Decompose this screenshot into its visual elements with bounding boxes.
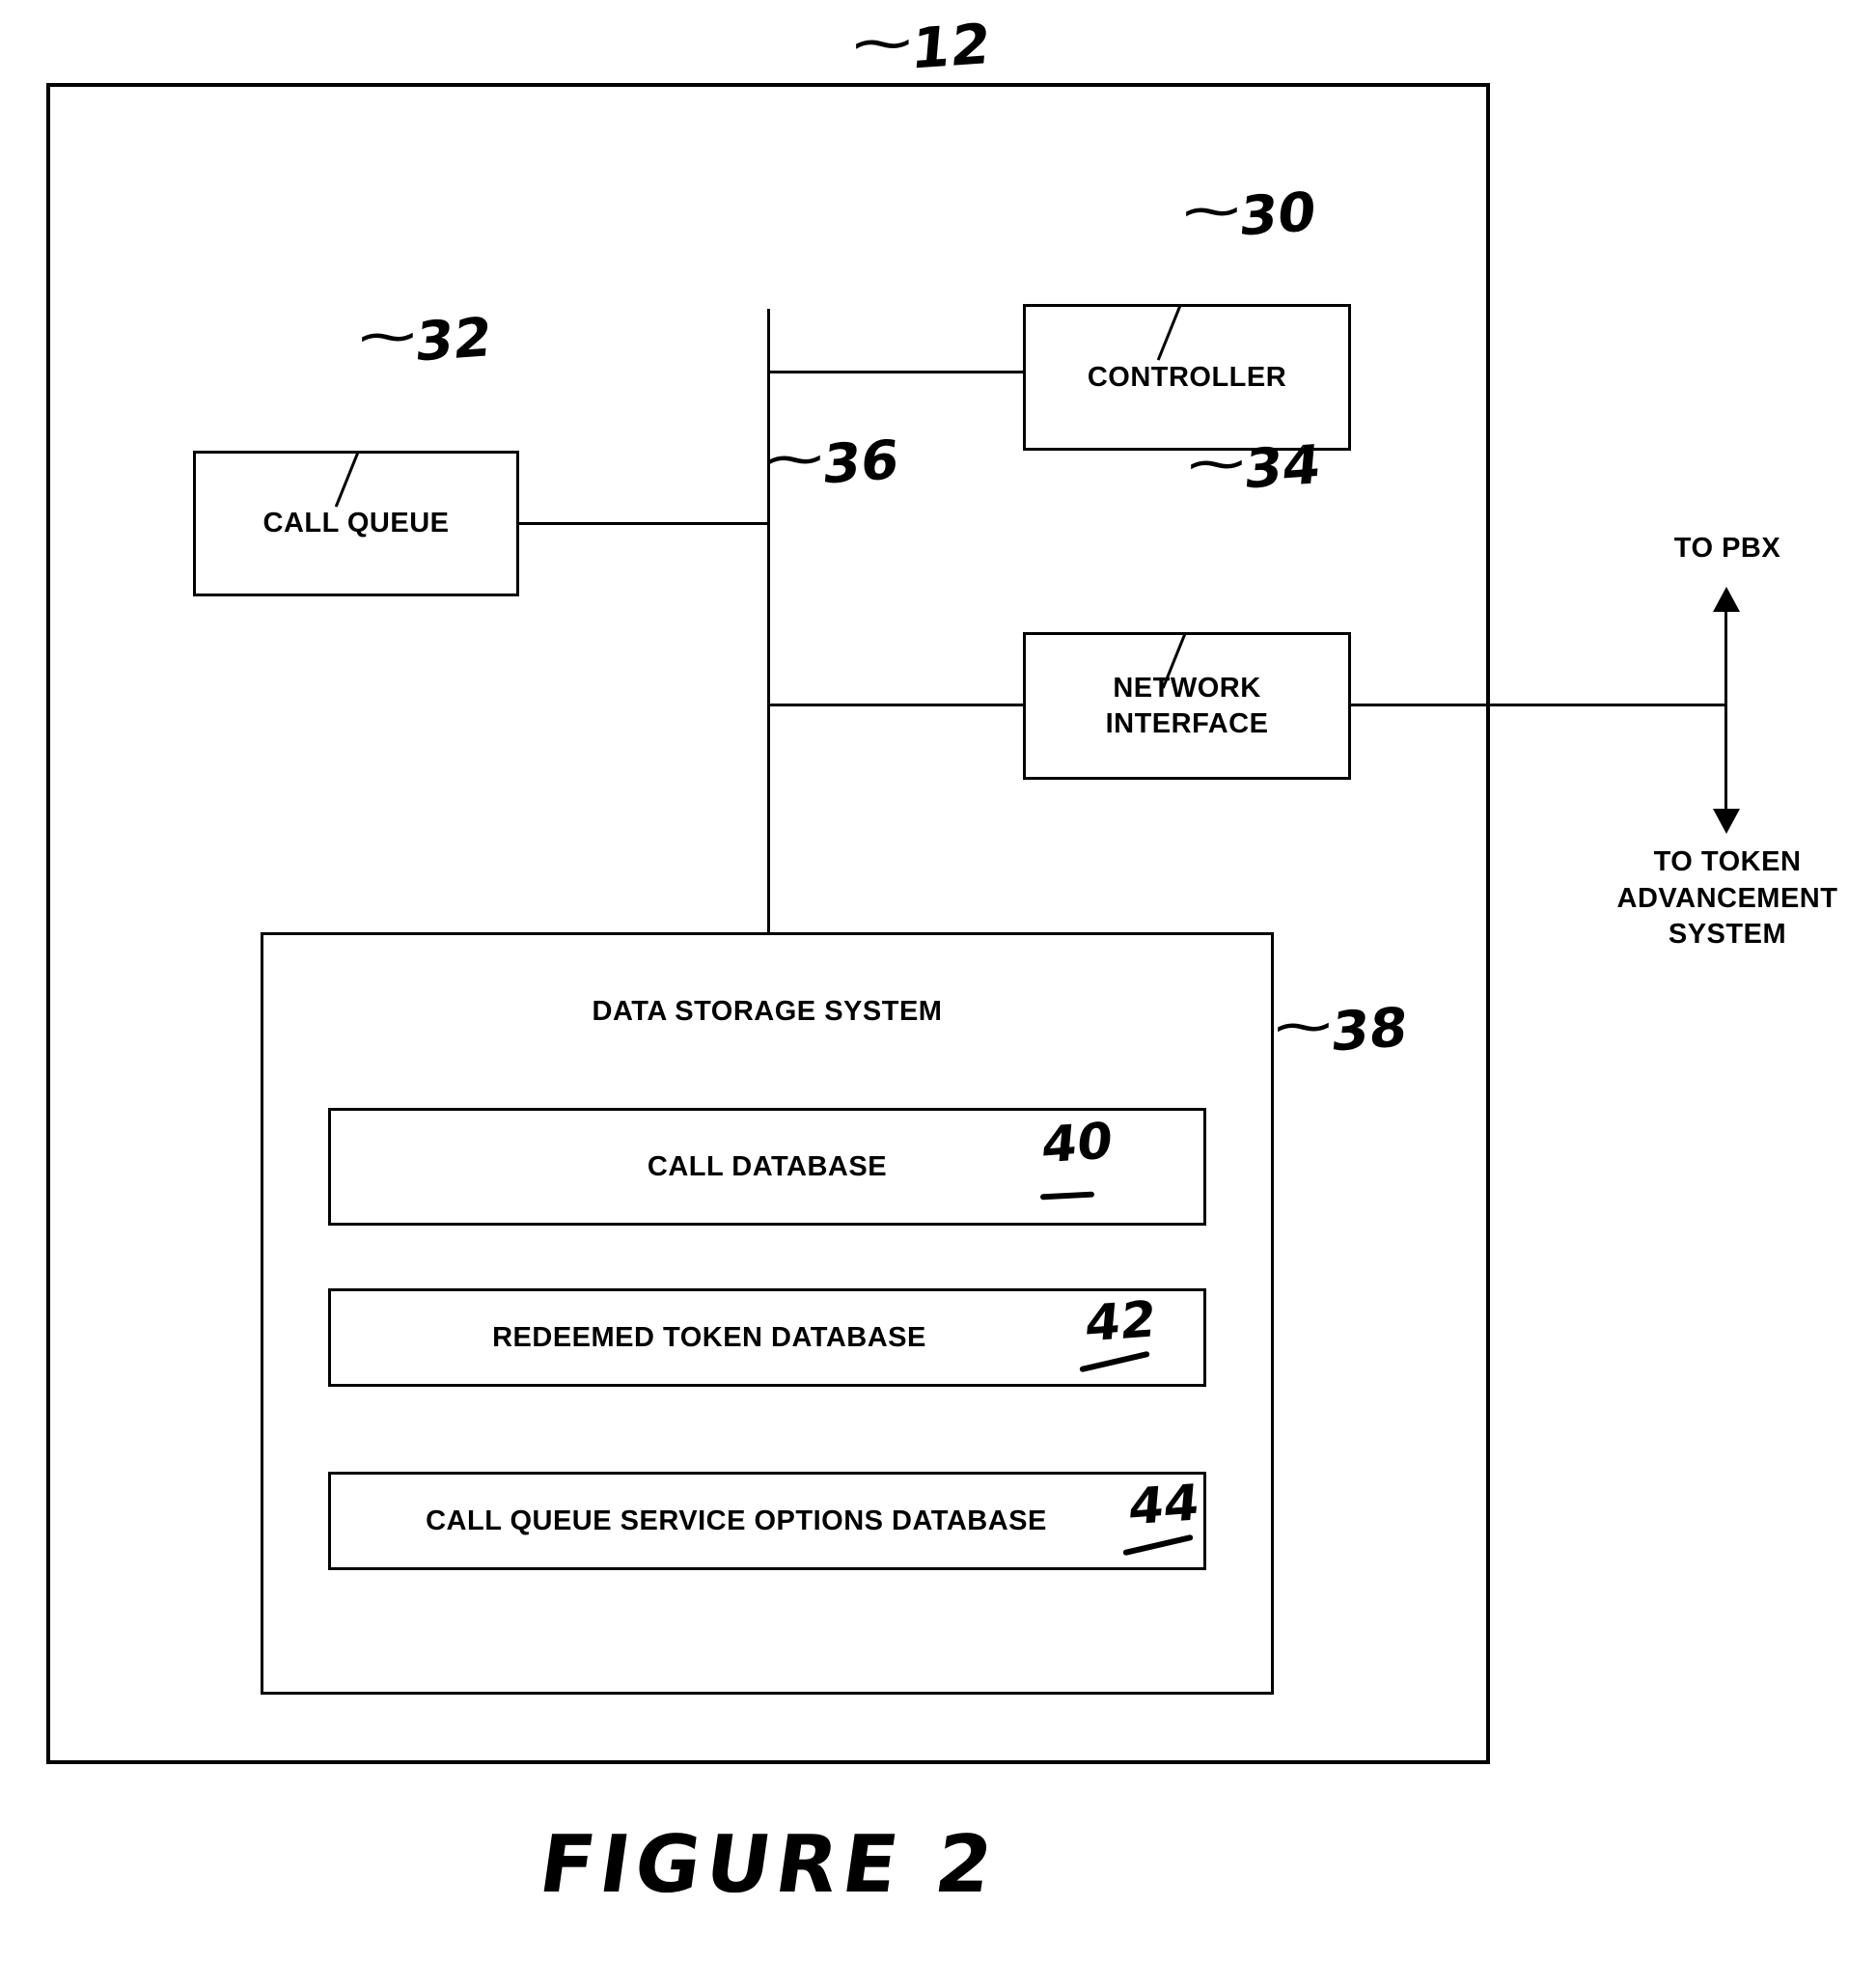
call-queue-service-options-database-label: CALL QUEUE SERVICE OPTIONS DATABASE bbox=[426, 1505, 1047, 1536]
internal-bus-line bbox=[767, 309, 770, 936]
leader-tick-30: ~ bbox=[1177, 180, 1246, 242]
leader-tick-34: ~ bbox=[1182, 432, 1251, 495]
leader-tick-38: ~ bbox=[1269, 995, 1338, 1058]
reference-numeral-36: ~36 bbox=[760, 428, 902, 497]
leader-tick-12: ~ bbox=[846, 10, 918, 75]
reference-numeral-32: ~32 bbox=[353, 305, 495, 374]
call-database-label: CALL DATABASE bbox=[647, 1150, 888, 1182]
redeemed-token-database-label: REDEEMED TOKEN DATABASE bbox=[492, 1321, 926, 1353]
connector-network-interface-to-external bbox=[1351, 704, 1727, 706]
leader-tick-36: ~ bbox=[760, 428, 829, 490]
reference-numeral-40: 40 bbox=[1039, 1112, 1116, 1175]
external-bidirectional-arrow-shaft bbox=[1724, 608, 1727, 813]
reference-numeral-40-value: 40 bbox=[1039, 1112, 1116, 1175]
reference-numeral-42: 42 bbox=[1083, 1290, 1159, 1354]
network-interface-label-line2: INTERFACE bbox=[1105, 707, 1269, 739]
leader-tick-32: ~ bbox=[353, 305, 422, 368]
controller-box: CONTROLLER bbox=[1023, 304, 1351, 451]
to-token-advancement-system-line3: SYSTEM bbox=[1668, 919, 1787, 951]
reference-numeral-30: ~30 bbox=[1177, 180, 1319, 249]
figure-caption: FIGURE 2 bbox=[534, 1819, 1004, 1911]
reference-numeral-12: ~12 bbox=[847, 10, 993, 82]
connector-bus-to-controller bbox=[767, 371, 1026, 373]
call-queue-box: CALL QUEUE bbox=[193, 451, 519, 596]
reference-numeral-38: ~38 bbox=[1269, 995, 1411, 1064]
reference-numeral-36-value: 36 bbox=[819, 428, 902, 497]
reference-numeral-32-value: 32 bbox=[412, 306, 495, 374]
to-pbx-label: TO PBX bbox=[1673, 533, 1781, 564]
reference-numeral-34: ~34 bbox=[1182, 432, 1324, 502]
call-queue-service-options-database-box: CALL QUEUE SERVICE OPTIONS DATABASE bbox=[328, 1472, 1206, 1570]
arrow-head-to-token-advancement-system bbox=[1713, 809, 1740, 834]
controller-label: CONTROLLER bbox=[1087, 361, 1287, 393]
data-storage-system-label: DATA STORAGE SYSTEM bbox=[592, 996, 943, 1027]
reference-numeral-44-value: 44 bbox=[1126, 1474, 1202, 1537]
redeemed-token-database-box: REDEEMED TOKEN DATABASE bbox=[328, 1288, 1206, 1387]
reference-numeral-34-value: 34 bbox=[1241, 433, 1324, 502]
reference-numeral-30-value: 30 bbox=[1236, 180, 1319, 249]
reference-numeral-12-value: 12 bbox=[908, 11, 993, 82]
to-token-advancement-system-line1: TO TOKEN bbox=[1653, 846, 1802, 877]
call-queue-label: CALL QUEUE bbox=[262, 508, 450, 539]
to-token-advancement-system-line2: ADVANCEMENT bbox=[1616, 882, 1838, 914]
reference-numeral-44: 44 bbox=[1126, 1474, 1202, 1537]
network-interface-label-line1: NETWORK bbox=[1113, 673, 1261, 704]
to-token-advancement-system-label: TO TOKEN ADVANCEMENT SYSTEM bbox=[1563, 844, 1876, 953]
network-interface-box: NETWORK INTERFACE bbox=[1023, 632, 1351, 780]
connector-bus-to-network-interface bbox=[767, 704, 1026, 706]
figure-canvas: ~12 CALL QUEUE ~32 ~36 CONTROLLER ~30 NE… bbox=[0, 0, 1876, 1961]
reference-numeral-42-value: 42 bbox=[1083, 1290, 1159, 1354]
reference-numeral-38-value: 38 bbox=[1328, 996, 1411, 1064]
arrow-head-to-pbx bbox=[1713, 587, 1740, 612]
connector-call-queue-to-bus bbox=[519, 522, 769, 525]
network-interface-label: NETWORK INTERFACE bbox=[1106, 671, 1269, 741]
